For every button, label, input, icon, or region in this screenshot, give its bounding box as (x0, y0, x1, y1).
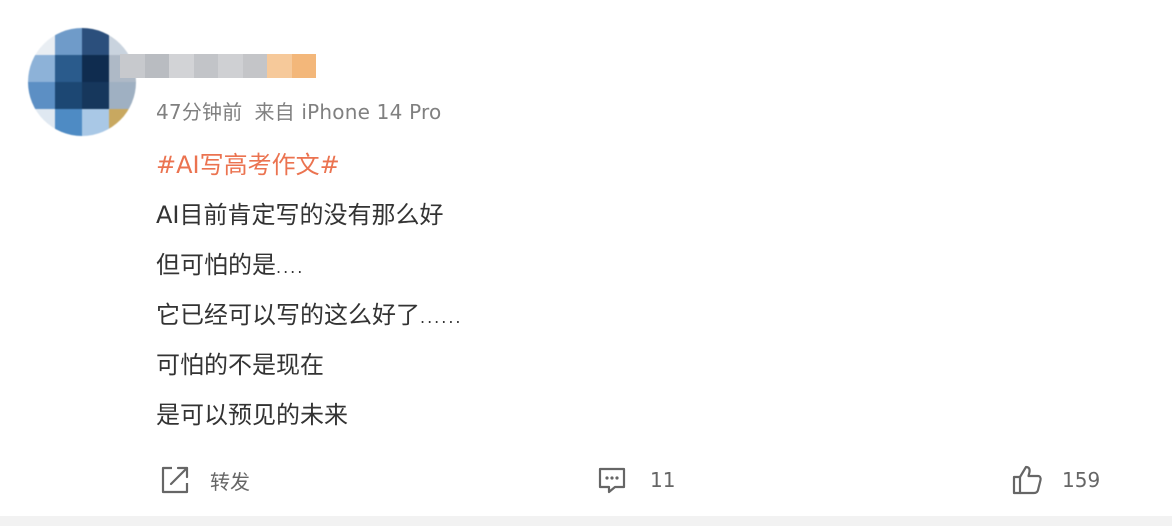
content-line: #AI写高考作文# (156, 140, 463, 190)
comment-count: 11 (650, 468, 676, 492)
weibo-post: 47分钟前 来自 iPhone 14 Pro #AI写高考作文# AI目前肯定写的… (0, 0, 1172, 526)
forward-label: 转发 (210, 469, 250, 494)
avatar[interactable] (28, 28, 136, 136)
like-count: 159 (1062, 468, 1101, 492)
username[interactable] (120, 54, 316, 78)
content-line: 它已经可以写的这么好了...... (156, 290, 463, 340)
post-time: 47分钟前 (156, 100, 243, 124)
content-text: 但可怕的是 (156, 251, 276, 279)
thumbs-up-icon (1010, 463, 1044, 497)
divider (0, 516, 1172, 526)
content-line: 是可以预见的未来 (156, 390, 463, 440)
post-source: 来自 iPhone 14 Pro (254, 100, 442, 124)
content-tail: ...... (420, 308, 463, 327)
like-button[interactable]: 159 (1010, 458, 1100, 502)
content-text: AI目前肯定写的没有那么好 (156, 201, 444, 229)
content-text: 是可以预见的未来 (156, 401, 348, 429)
content-line: AI目前肯定写的没有那么好 (156, 190, 463, 240)
content-text: 可怕的不是现在 (156, 351, 324, 379)
content-text: 它已经可以写的这么好了 (156, 301, 420, 329)
share-icon (158, 463, 192, 497)
post-content: #AI写高考作文# AI目前肯定写的没有那么好 但可怕的是.... 它已经可以写… (156, 140, 463, 440)
forward-button[interactable]: 转发 (158, 458, 250, 502)
topic-link[interactable]: #AI写高考作文# (156, 151, 340, 179)
content-line: 但可怕的是.... (156, 240, 463, 290)
comment-icon (596, 464, 628, 496)
action-bar: 转发 11 159 (0, 458, 1172, 502)
content-tail: .... (276, 258, 305, 277)
comment-button[interactable]: 11 (596, 458, 675, 502)
post-meta: 47分钟前 来自 iPhone 14 Pro (156, 96, 441, 125)
content-line: 可怕的不是现在 (156, 340, 463, 390)
